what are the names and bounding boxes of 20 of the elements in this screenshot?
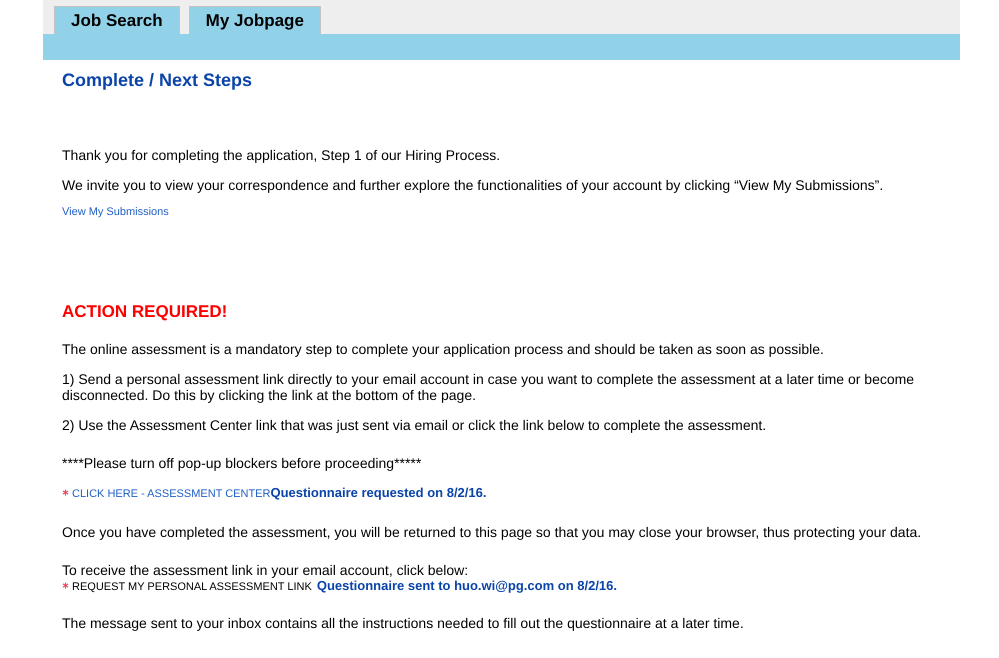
alert-heading: ACTION REQUIRED! — [62, 302, 228, 322]
paragraph: 1) Send a personal assessment link directly to your email account in case you want to complete the assessment at a later time or become disconnected. Do this by clicking the link at the bottom of the page. — [62, 371, 916, 403]
tab[interactable]: Job Search — [54, 6, 180, 34]
assessment-center-link[interactable]: CLICK HERE - ASSESSMENT CENTER — [72, 488, 270, 500]
paragraph: Once you have completed the assessment, you will be returned to this page so that you may close your browser, thus protecting your data. — [62, 524, 922, 540]
paragraph: The online assessment is a mandatory step to complete your application process and should be taken as soon as possible. — [62, 341, 825, 357]
paragraph: 2) Use the Assessment Center link that was just sent via email or click the link below to complete the assessment. — [62, 417, 768, 433]
asterisk-icon — [62, 582, 69, 589]
view-submissions-link[interactable]: View My Submissions — [62, 206, 960, 218]
status-text: Questionnaire sent to huo.wi@pg.com on 8/2/16. — [316, 578, 618, 593]
page-heading: Complete / Next Steps — [62, 70, 254, 91]
paragraph: We invite you to view your correspondence and further explore the functionalities of your account by clicking “View My Submissions”. — [62, 177, 884, 193]
popup-note: ****Please turn off pop-up blockers before proceeding***** — [62, 455, 422, 471]
paragraph: To receive the assessment link in your email account, click below: — [62, 562, 470, 578]
asterisk-icon — [62, 489, 69, 496]
paragraph: Thank you for completing the application, Step 1 of our Hiring Process. — [62, 147, 502, 163]
tab[interactable]: My Jobpage — [188, 6, 321, 34]
paragraph: The message sent to your inbox contains all the instructions needed to fill out the questionnaire at a later time. — [62, 615, 745, 631]
status-text: Questionnaire requested on 8/2/16. — [270, 485, 486, 500]
request-link[interactable]: REQUEST MY PERSONAL ASSESSMENT LINK — [72, 581, 312, 593]
